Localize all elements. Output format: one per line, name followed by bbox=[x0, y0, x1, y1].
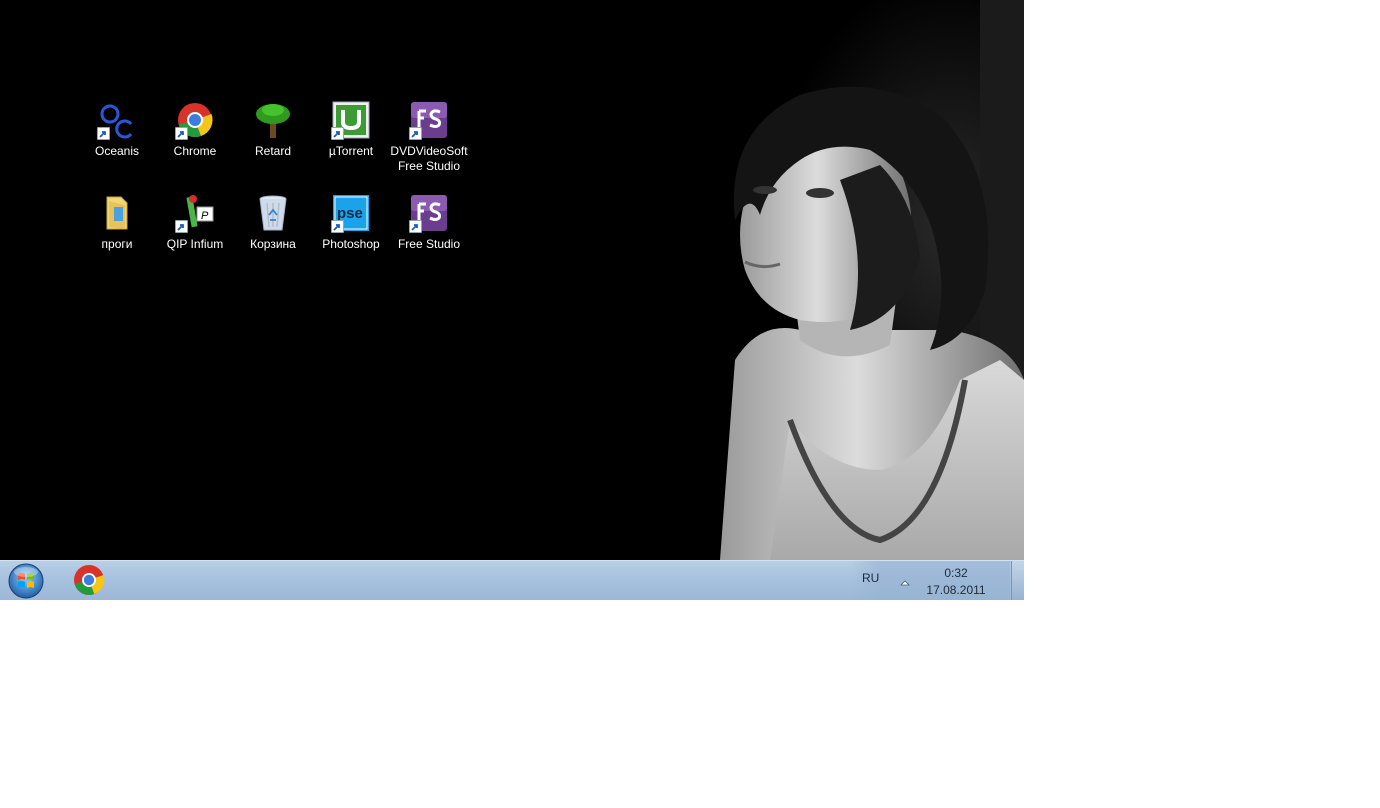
shortcut-arrow-icon bbox=[175, 220, 188, 233]
show-desktop-button[interactable] bbox=[1011, 561, 1024, 600]
desktop-icon-label: Корзина bbox=[250, 237, 296, 251]
qip-icon: P bbox=[175, 193, 215, 233]
shortcut-arrow-icon bbox=[409, 220, 422, 233]
desktop-icon-qip[interactable]: P QIP Infium bbox=[156, 193, 234, 252]
free-studio-icon bbox=[409, 100, 449, 140]
desktop-icon-free-studio[interactable]: Free Studio bbox=[390, 193, 468, 252]
start-button[interactable] bbox=[6, 563, 46, 599]
desktop-icon-retard[interactable]: Retard bbox=[234, 100, 312, 159]
desktop-icon-chrome[interactable]: Chrome bbox=[156, 100, 234, 159]
desktop-icon-label: проги bbox=[101, 237, 133, 251]
free-studio-icon bbox=[409, 193, 449, 233]
tree-icon bbox=[253, 100, 293, 140]
desktop-icon-label: µTorrent bbox=[328, 144, 374, 158]
desktop-icon-photoshop[interactable]: pse Photoshop bbox=[312, 193, 390, 252]
chrome-icon bbox=[74, 565, 105, 595]
system-tray: RU 0:32 17.08.2011 bbox=[850, 561, 1010, 600]
desktop-icon-label: Photoshop bbox=[322, 237, 380, 251]
desktop-icon-utorrent[interactable]: µTorrent bbox=[312, 100, 390, 159]
desktop-icon-oceanis[interactable]: Oceanis bbox=[78, 100, 156, 159]
folder-icon bbox=[97, 193, 137, 233]
desktop-icon-label: Free Studio bbox=[397, 237, 461, 251]
shortcut-arrow-icon bbox=[97, 127, 110, 140]
chrome-icon bbox=[175, 100, 215, 140]
desktop-icon-label: Oceanis bbox=[94, 144, 140, 158]
oceanis-icon bbox=[97, 100, 137, 140]
shortcut-arrow-icon bbox=[409, 127, 422, 140]
svg-text:P: P bbox=[201, 210, 209, 222]
photoshop-icon: pse bbox=[331, 193, 371, 233]
show-hidden-icons-button[interactable] bbox=[900, 575, 910, 586]
desktop-icon-recycle-bin[interactable]: Корзина bbox=[234, 193, 312, 252]
clock-date: 17.08.2011 bbox=[926, 583, 986, 597]
shortcut-arrow-icon bbox=[331, 127, 344, 140]
taskbar-pinned-chrome[interactable] bbox=[66, 562, 112, 599]
clock-time: 0:32 bbox=[944, 566, 968, 580]
desktop-icon-label: Chrome bbox=[173, 144, 217, 158]
language-indicator[interactable]: RU bbox=[862, 571, 879, 585]
taskbar: RU 0:32 17.08.2011 bbox=[0, 560, 1024, 600]
shortcut-arrow-icon bbox=[331, 220, 344, 233]
windows-orb-icon bbox=[8, 563, 44, 599]
wallpaper bbox=[0, 0, 1024, 560]
desktop-icon-dvdvideosoft[interactable]: DVDVideoSoft Free Studio bbox=[390, 100, 468, 174]
desktop[interactable]: Oceanis Chrome Retard µTorrent DVDVideoS… bbox=[0, 0, 1024, 560]
desktop-icon-label: Retard bbox=[254, 144, 292, 158]
utorrent-icon bbox=[331, 100, 371, 140]
chevron-up-icon bbox=[900, 580, 910, 586]
desktop-icon-progi[interactable]: проги bbox=[78, 193, 156, 252]
desktop-icon-label: DVDVideoSoft Free Studio bbox=[390, 144, 468, 173]
clock[interactable]: 0:32 17.08.2011 bbox=[920, 565, 992, 599]
desktop-icon-label: QIP Infium bbox=[166, 237, 224, 251]
recycle-bin-icon bbox=[253, 193, 293, 233]
shortcut-arrow-icon bbox=[175, 127, 188, 140]
